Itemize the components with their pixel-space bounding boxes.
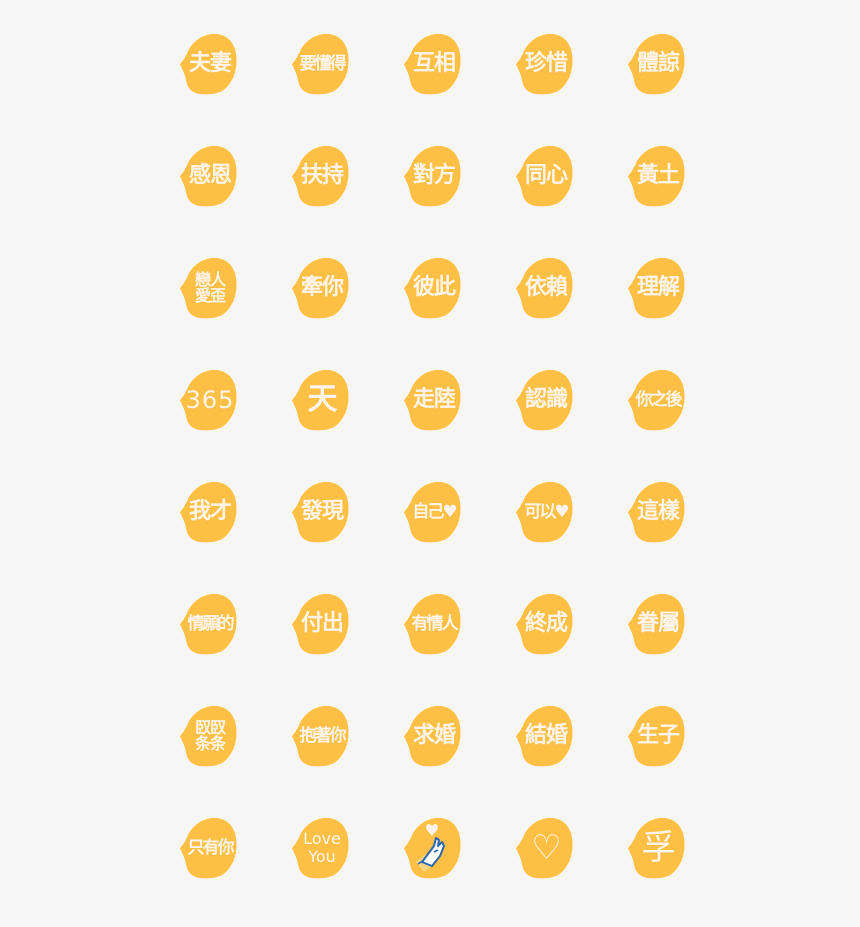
emoji-sticker[interactable]: 365 xyxy=(174,368,240,432)
emoji-sticker[interactable]: 情願的 xyxy=(174,592,240,656)
sticker-text: 理解 xyxy=(636,275,680,300)
sticker-text: 同心 xyxy=(524,163,568,188)
sticker-text: 認識 xyxy=(524,387,568,412)
sticker-text: 臤臤 条条 xyxy=(194,718,226,753)
emoji-sticker[interactable]: 依賴 xyxy=(510,256,576,320)
sticker-text: 有情人 xyxy=(411,613,459,634)
sticker-text: 牽你 xyxy=(300,275,344,300)
sticker-text: 依賴 xyxy=(524,275,568,300)
sticker-text: Love You xyxy=(303,828,341,866)
emoji-sticker[interactable]: 有情人 xyxy=(398,592,464,656)
emoji-sticker[interactable]: 要懂得 xyxy=(286,32,352,96)
sticker-text: 走陸 xyxy=(412,387,456,412)
emoji-sticker[interactable]: 眷屬 xyxy=(622,592,688,656)
emoji-sticker[interactable]: 互相 xyxy=(398,32,464,96)
emoji-sticker[interactable]: 對方 xyxy=(398,144,464,208)
emoji-sticker[interactable]: 體諒 xyxy=(622,32,688,96)
heart-figure-icon: 孚 xyxy=(641,828,676,868)
emoji-sticker[interactable]: 只有你 xyxy=(174,816,240,880)
emoji-sticker[interactable]: 天 xyxy=(286,368,352,432)
emoji-sticker[interactable]: 同心 xyxy=(510,144,576,208)
emoji-sticker[interactable]: 扶持 xyxy=(286,144,352,208)
sticker-text: 只有你 xyxy=(187,837,235,858)
emoji-sticker[interactable]: 認識 xyxy=(510,368,576,432)
emoji-sticker[interactable]: 走陸 xyxy=(398,368,464,432)
emoji-sticker[interactable]: Love You xyxy=(286,816,352,880)
sticker-text: 夫妻 xyxy=(188,51,232,76)
sticker-text: 體諒 xyxy=(636,51,680,76)
sticker-text: 對方 xyxy=(412,163,456,188)
emoji-sticker[interactable]: 付出 xyxy=(286,592,352,656)
emoji-sticker[interactable]: 發現 xyxy=(286,480,352,544)
emoji-sticker[interactable]: 這樣 xyxy=(622,480,688,544)
emoji-sticker[interactable]: 理解 xyxy=(622,256,688,320)
sticker-text: 彼此 xyxy=(412,275,456,300)
emoji-sticker[interactable]: 感恩 xyxy=(174,144,240,208)
sticker-text: 扶持 xyxy=(300,163,344,188)
emoji-sticker[interactable]: 自己♥ xyxy=(398,480,464,544)
sticker-text: 付出 xyxy=(300,611,344,636)
sticker-text: 眷屬 xyxy=(636,611,680,636)
emoji-sticker[interactable]: 你之後 xyxy=(622,368,688,432)
emoji-sticker[interactable] xyxy=(398,816,464,880)
emoji-sticker-sheet: 夫妻 要懂得 互相 珍惜 體諒感恩 扶持 對方 同心 黃土戀人 愛歪 牽你 彼此 依賴 理解 365 天 走陸… xyxy=(0,0,860,927)
emoji-sticker[interactable]: 抱著你 xyxy=(286,704,352,768)
sticker-text: 互相 xyxy=(412,51,456,76)
emoji-sticker[interactable]: 結婚 xyxy=(510,704,576,768)
sticker-text: 你之後 xyxy=(635,389,683,410)
sticker-text: 抱著你 xyxy=(299,725,347,746)
emoji-sticker[interactable]: 可以♥ xyxy=(510,480,576,544)
sticker-text: 終成 xyxy=(524,611,568,636)
sticker-text: 365 xyxy=(185,386,235,414)
sticker-text: 要懂得 xyxy=(299,53,347,74)
sticker-text: 戀人 愛歪 xyxy=(194,270,226,305)
sticker-text: 結婚 xyxy=(524,723,568,748)
emoji-sticker[interactable]: 彼此 xyxy=(398,256,464,320)
emoji-sticker[interactable]: 牽你 xyxy=(286,256,352,320)
sticker-text: 感恩 xyxy=(188,163,232,188)
emoji-sticker[interactable]: 珍惜 xyxy=(510,32,576,96)
emoji-sticker[interactable]: 黃土 xyxy=(622,144,688,208)
emoji-sticker[interactable]: 求婚 xyxy=(398,704,464,768)
emoji-sticker[interactable]: 孚 xyxy=(622,816,688,880)
sticker-text: 生子 xyxy=(636,723,680,748)
emoji-sticker[interactable]: 臤臤 条条 xyxy=(174,704,240,768)
heart-ribbon-icon: ♡ xyxy=(531,828,561,868)
emoji-sticker[interactable]: 我才 xyxy=(174,480,240,544)
emoji-sticker[interactable]: 戀人 愛歪 xyxy=(174,256,240,320)
sticker-text: 我才 xyxy=(188,499,232,524)
emoji-sticker[interactable]: 終成 xyxy=(510,592,576,656)
emoji-sticker[interactable]: ♡ xyxy=(510,816,576,880)
sticker-text: 可以♥ xyxy=(524,501,569,522)
sticker-text: 求婚 xyxy=(412,723,456,748)
sticker-text: 情願的 xyxy=(187,613,235,634)
emoji-sticker[interactable]: 生子 xyxy=(622,704,688,768)
sticker-text: 這樣 xyxy=(636,499,680,524)
sticker-text: 珍惜 xyxy=(524,51,568,76)
sticker-text: 黃土 xyxy=(636,163,680,188)
sticker-text: 天 xyxy=(307,382,338,417)
sticker-text: 發現 xyxy=(300,499,344,524)
finger-heart-hand-icon xyxy=(416,824,445,872)
sticker-text: 自己♥ xyxy=(412,501,457,522)
emoji-sticker[interactable]: 夫妻 xyxy=(174,32,240,96)
